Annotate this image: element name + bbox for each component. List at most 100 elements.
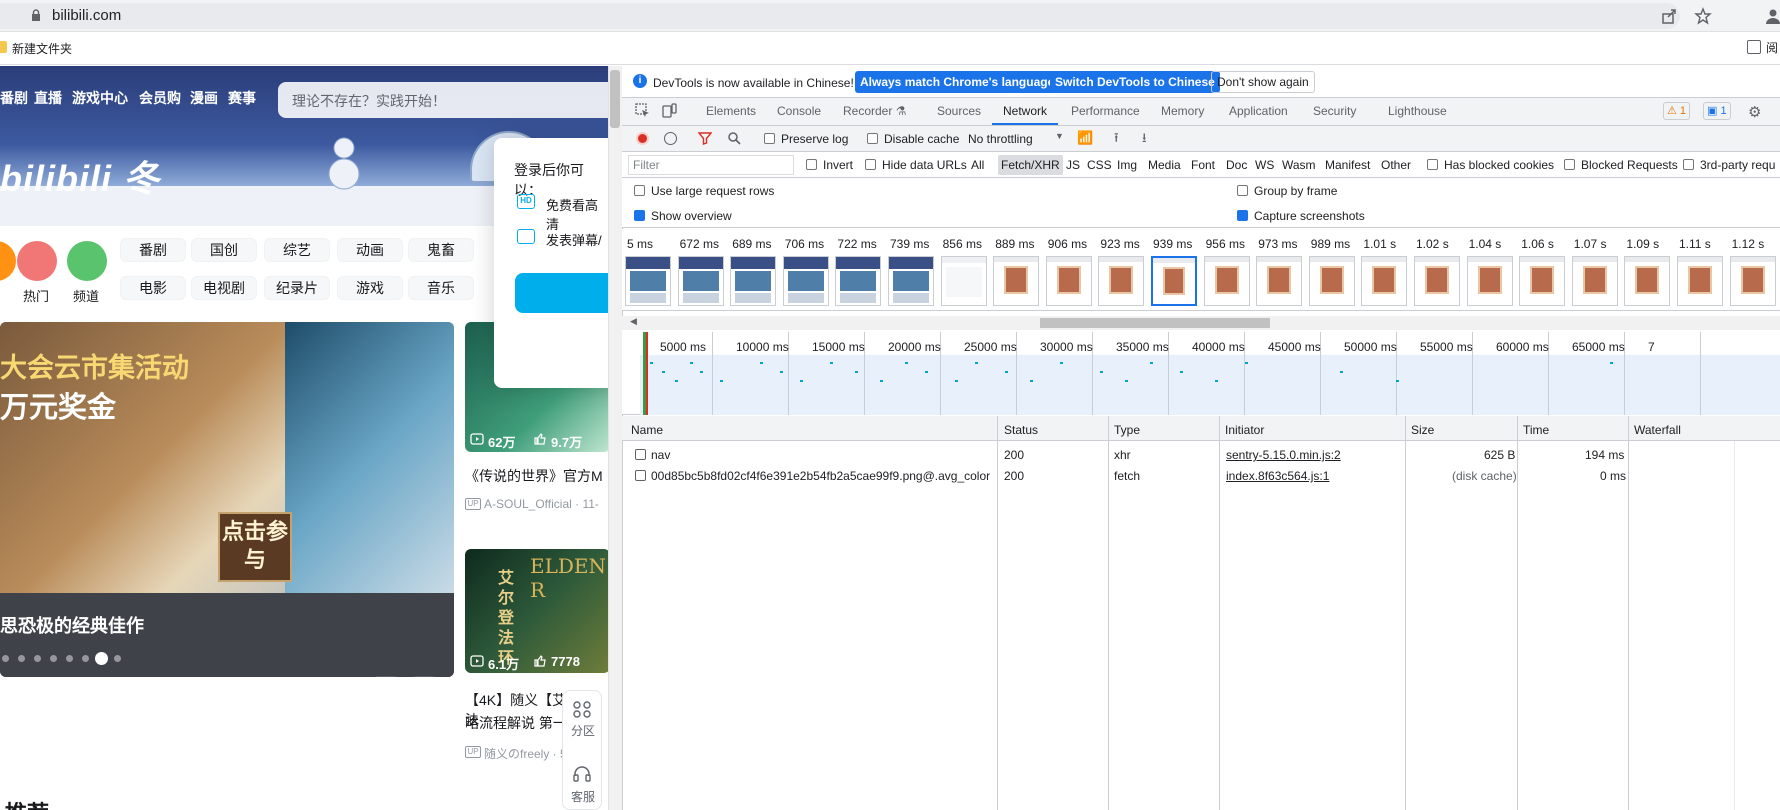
carousel-dot[interactable] [82, 655, 89, 662]
filter-icon[interactable] [698, 131, 712, 145]
carousel-dot[interactable] [114, 655, 121, 662]
type-filter-other[interactable]: Other [1381, 158, 1411, 172]
inspect-element-icon[interactable] [635, 103, 650, 118]
filmstrip-frame[interactable] [1098, 256, 1145, 306]
disable-cache-label[interactable]: Disable cache [884, 132, 959, 146]
scroll-left-icon[interactable]: ◀ [630, 316, 637, 327]
carousel-dot[interactable] [2, 655, 9, 662]
capture-screenshots-label[interactable]: Capture screenshots [1254, 209, 1365, 223]
login-button[interactable] [515, 273, 608, 313]
nav-item[interactable]: 赛事 [228, 88, 256, 108]
filmstrip-frame[interactable] [888, 256, 934, 306]
channel-icon[interactable] [67, 241, 107, 281]
filmstrip-frame[interactable] [1729, 256, 1776, 306]
nav-item[interactable]: 直播 [34, 88, 62, 108]
star-icon[interactable] [1694, 7, 1712, 25]
column-time[interactable]: Time [1523, 423, 1549, 437]
invert-checkbox[interactable] [806, 159, 817, 170]
type-filter-doc[interactable]: Doc [1226, 158, 1247, 172]
group-by-frame-checkbox[interactable] [1237, 185, 1248, 196]
column-name[interactable]: Name [631, 423, 663, 437]
nav-item[interactable]: 游戏中心 [72, 88, 128, 108]
video-uploader[interactable]: A-SOUL_Official · 11- [484, 497, 599, 511]
device-toolbar-icon[interactable] [662, 103, 677, 118]
column-type[interactable]: Type [1114, 423, 1140, 437]
column-initiator[interactable]: Initiator [1225, 423, 1264, 437]
messages-badge[interactable]: ▣ 1 [1703, 102, 1731, 120]
import-har-icon[interactable]: ⭱ [1114, 129, 1119, 151]
filmstrip-frame[interactable] [1414, 256, 1460, 306]
channel-chip[interactable]: 纪录片 [264, 276, 330, 300]
tab-security[interactable]: Security [1313, 104, 1356, 118]
bookmark-folder[interactable]: 新建文件夹 [12, 40, 72, 57]
carousel-dot[interactable] [66, 655, 73, 662]
tab-memory[interactable]: Memory [1161, 104, 1204, 118]
address-bar[interactable] [0, 3, 1680, 29]
type-filter-manifest[interactable]: Manifest [1325, 158, 1370, 172]
export-har-icon[interactable]: ⭳ [1142, 129, 1147, 151]
tab-application[interactable]: Application [1229, 104, 1288, 118]
column-waterfall[interactable]: Waterfall [1634, 423, 1681, 437]
type-filter-fetch-xhr[interactable]: Fetch/XHR [998, 155, 1063, 175]
filmstrip-frame[interactable] [1151, 256, 1197, 306]
request-name[interactable]: 00d85bc5b8fd02cf4f6e391e2b54fb2a5cae99f9… [651, 469, 990, 483]
bilibili-logo[interactable]: bilibili 冬 [0, 150, 160, 202]
profile-icon[interactable] [1764, 7, 1780, 25]
carousel-dot[interactable] [34, 655, 41, 662]
nav-item[interactable]: 漫画 [190, 88, 218, 108]
type-filter-font[interactable]: Font [1191, 158, 1215, 172]
filmstrip-frame[interactable] [1466, 256, 1513, 306]
dont-show-again-button[interactable]: Don't show again [1211, 71, 1315, 93]
carousel-prev-button[interactable]: ‹ [372, 676, 400, 677]
hide-data-urls-checkbox[interactable] [865, 159, 876, 170]
has-blocked-cookies-label[interactable]: Has blocked cookies [1444, 158, 1554, 172]
channel-chip[interactable]: 番剧 [120, 238, 186, 262]
show-overview-label[interactable]: Show overview [651, 209, 732, 223]
warnings-badge[interactable]: ⚠ 1 [1663, 102, 1691, 120]
carousel-next-button[interactable]: › [410, 676, 438, 677]
channel-chip[interactable]: 电视剧 [191, 276, 257, 300]
match-language-button[interactable]: Always match Chrome's language [855, 71, 1060, 93]
channel-label[interactable]: 频道 [73, 286, 99, 305]
filmstrip-frame[interactable] [625, 256, 671, 306]
switch-chinese-button[interactable]: Switch DevTools to Chinese [1050, 71, 1220, 93]
third-party-label[interactable]: 3rd-party requ [1700, 158, 1775, 172]
nav-item[interactable]: 番剧 [0, 88, 28, 108]
channel-chip[interactable]: 电影 [120, 276, 186, 300]
filmstrip-frame[interactable] [1624, 256, 1671, 306]
filmstrip-frame[interactable] [1256, 256, 1303, 306]
search-icon[interactable] [727, 131, 741, 145]
carousel-dot[interactable] [50, 655, 57, 662]
disable-cache-checkbox[interactable] [867, 133, 878, 144]
reading-list-icon[interactable] [1747, 40, 1761, 54]
type-filter-ws[interactable]: WS [1255, 158, 1274, 172]
filmstrip-frame[interactable] [835, 256, 882, 306]
column-size[interactable]: Size [1411, 423, 1434, 437]
page-scrollbar-thumb[interactable] [610, 70, 620, 128]
filmstrip-frame[interactable] [1203, 256, 1250, 306]
share-icon[interactable] [1660, 7, 1678, 25]
channel-chip[interactable]: 综艺 [264, 238, 330, 262]
headset-icon[interactable] [572, 764, 592, 784]
type-filter-wasm[interactable]: Wasm [1282, 158, 1316, 172]
hide-data-urls-label[interactable]: Hide data URLs [882, 158, 967, 172]
carousel-image-side[interactable] [285, 322, 454, 593]
blocked-requests-checkbox[interactable] [1564, 159, 1575, 170]
channel-chip[interactable]: 音乐 [408, 276, 474, 300]
channel-chip[interactable]: 国创 [191, 238, 257, 262]
third-party-checkbox[interactable] [1683, 159, 1694, 170]
type-filter-img[interactable]: Img [1117, 158, 1137, 172]
carousel-click-sign[interactable]: 点击参与 [218, 512, 292, 582]
tab-console[interactable]: Console [777, 104, 821, 118]
carousel-caption[interactable]: 思恐极的经典佳作 [0, 612, 144, 638]
settings-gear-icon[interactable]: ⚙ [1748, 103, 1761, 121]
has-blocked-cookies-checkbox[interactable] [1427, 159, 1438, 170]
hot-label[interactable]: 热门 [23, 286, 49, 305]
record-icon[interactable] [636, 132, 649, 145]
filmstrip-frame[interactable] [1571, 256, 1618, 306]
invert-label[interactable]: Invert [823, 158, 853, 172]
type-filter-all[interactable]: All [971, 158, 984, 172]
type-filter-css[interactable]: CSS [1087, 158, 1112, 172]
preserve-log-checkbox[interactable] [764, 133, 775, 144]
nav-item[interactable]: 会员购 [139, 88, 181, 108]
